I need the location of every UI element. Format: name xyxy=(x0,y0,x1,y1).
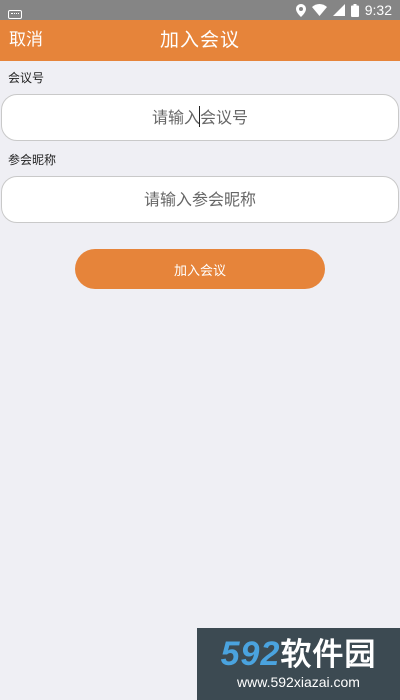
status-icons: 9:32 xyxy=(295,0,392,20)
site-watermark: 592软件园 www.592xiazai.com xyxy=(197,628,400,700)
page-title: 加入会议 xyxy=(159,29,240,51)
battery-icon xyxy=(350,3,359,17)
location-icon xyxy=(295,3,306,17)
wifi-icon xyxy=(311,4,327,16)
nickname-label: 参会昵称 xyxy=(8,153,57,167)
watermark-logo: 592软件园 xyxy=(197,634,400,675)
meeting-id-label: 会议号 xyxy=(8,71,45,85)
join-meeting-button[interactable]: 加入会议 xyxy=(75,249,325,289)
meeting-id-input[interactable] xyxy=(1,94,399,141)
watermark-brand: 软件园 xyxy=(280,637,377,672)
text-cursor xyxy=(199,106,200,127)
watermark-url: www.592xiazai.com xyxy=(237,674,360,690)
watermark-number: 592 xyxy=(220,635,281,673)
status-bar: 9:32 xyxy=(0,0,400,20)
app-header: 取消 加入会议 xyxy=(0,20,400,61)
signal-icon xyxy=(332,4,345,16)
status-time: 9:32 xyxy=(364,2,392,18)
nickname-input[interactable] xyxy=(1,176,399,223)
